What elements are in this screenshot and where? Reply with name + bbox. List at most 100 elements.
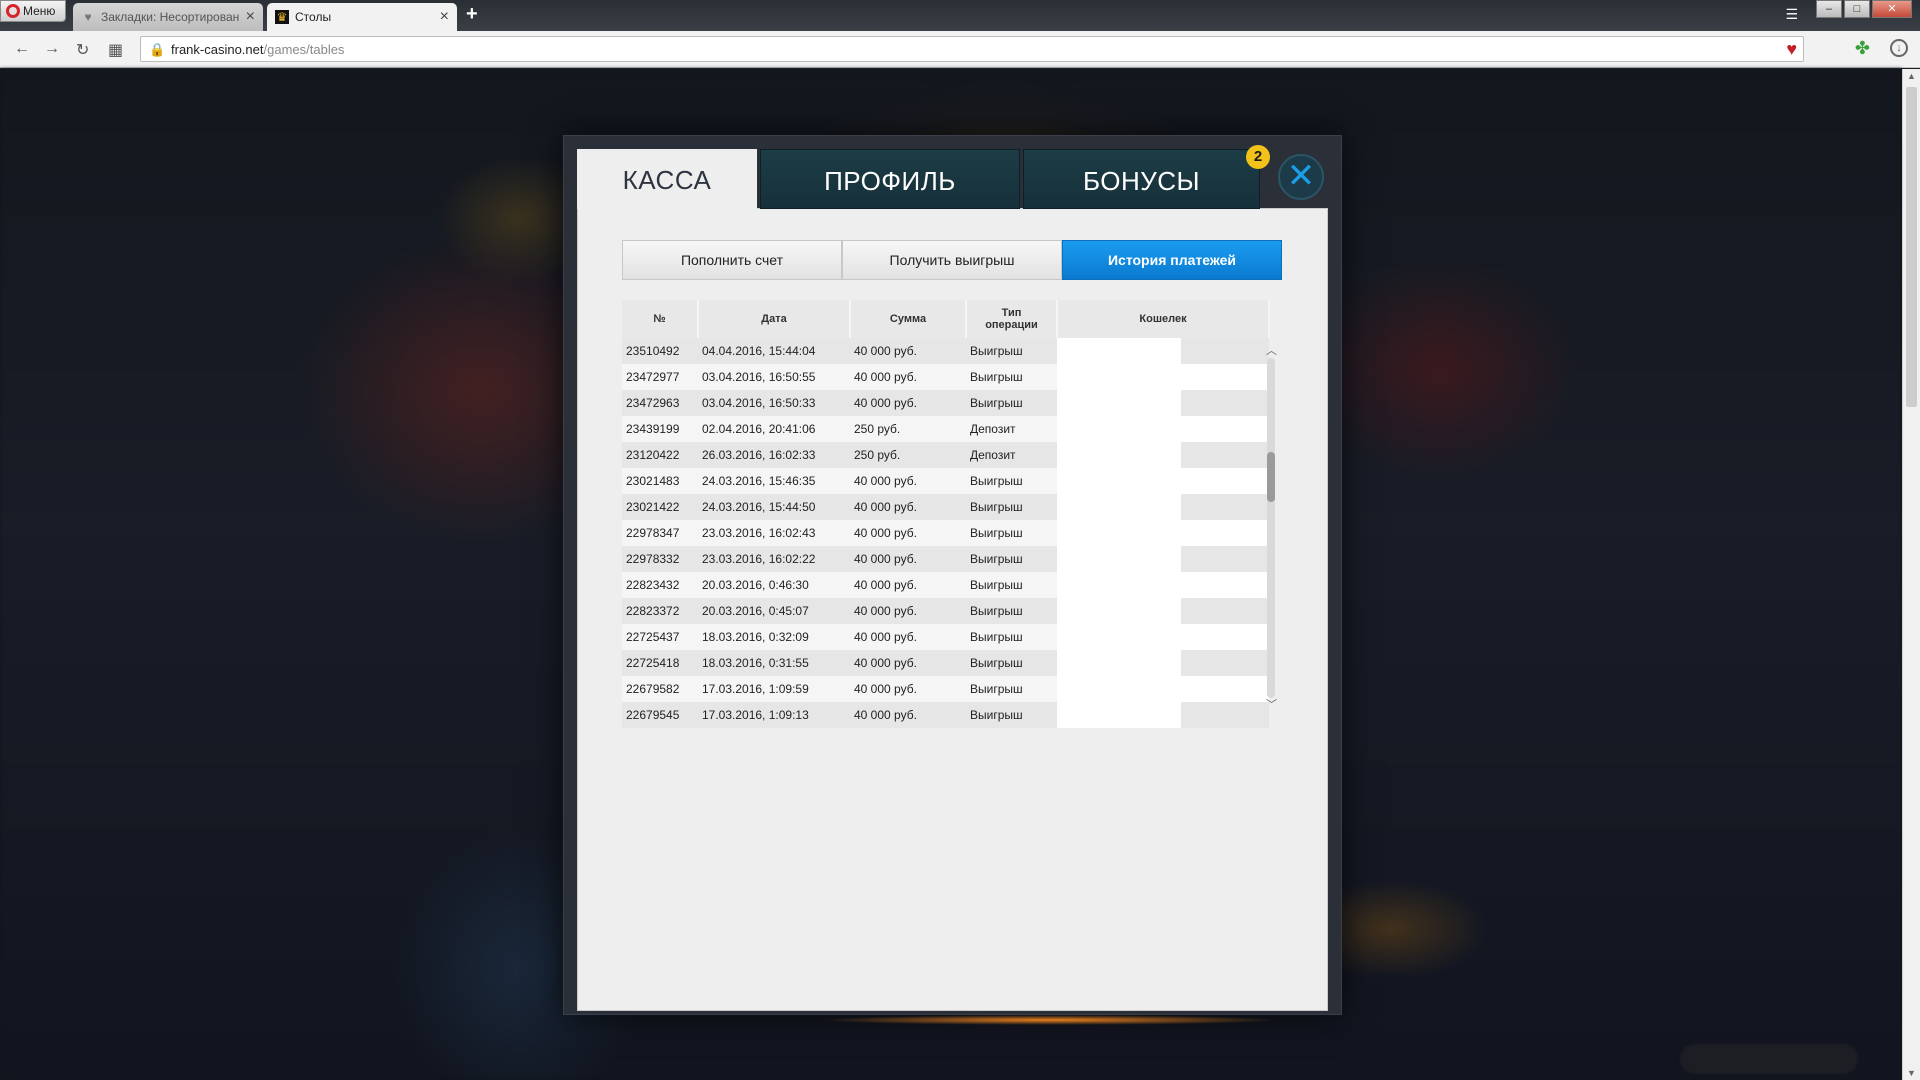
table-row: 23021422 24.03.2016, 15:44:50 40 000 руб. В… [622, 494, 1269, 520]
cell-wallet [1057, 572, 1181, 598]
column-header-type: Тип операции [966, 300, 1058, 338]
cell-wallet [1057, 676, 1181, 702]
column-header-num: № [622, 300, 699, 338]
cell-wallet-extra [1181, 364, 1269, 390]
page-scrollbar-thumb[interactable] [1906, 87, 1917, 407]
table-header-row: № Дата Сумма Тип операции Кошелек [622, 300, 1270, 338]
browser-menu-label: Меню [23, 4, 56, 18]
tab-cashier[interactable]: КАССА [577, 149, 757, 209]
table-scroll-up-icon[interactable]: ︿ [1266, 342, 1277, 358]
cell-num: 22978347 [622, 520, 698, 546]
table-row: 22725437 18.03.2016, 0:32:09 40 000 руб. Вы… [622, 624, 1269, 650]
cell-sum: 40 000 руб. [850, 650, 966, 676]
cell-wallet-extra [1181, 390, 1269, 416]
table-scroll-down-icon[interactable]: ﹀ [1266, 696, 1277, 712]
cell-date: 23.03.2016, 16:02:43 [698, 520, 850, 546]
table-scrollbar-thumb[interactable] [1267, 452, 1275, 502]
table-row: 22679582 17.03.2016, 1:09:59 40 000 руб. Вы… [622, 676, 1269, 702]
bonus-count-badge: 2 [1246, 145, 1270, 169]
close-tab-icon[interactable]: × [246, 8, 255, 26]
cell-date: 20.03.2016, 0:45:07 [698, 598, 850, 624]
withdraw-button[interactable]: Получить выигрыш [842, 240, 1062, 280]
minimize-icon[interactable]: – [1816, 0, 1842, 18]
cell-type: Выигрыш [966, 364, 1057, 390]
cell-wallet-extra [1181, 468, 1269, 494]
cell-date: 02.04.2016, 20:41:06 [698, 416, 850, 442]
cell-wallet [1057, 442, 1181, 468]
column-header-sum: Сумма [850, 300, 967, 338]
column-header-date: Дата [698, 300, 851, 338]
table-row: 22978347 23.03.2016, 16:02:43 40 000 руб. В… [622, 520, 1269, 546]
cell-wallet-extra [1181, 520, 1269, 546]
cell-date: 18.03.2016, 0:32:09 [698, 624, 850, 650]
window-close-icon[interactable]: ✕ [1872, 0, 1912, 18]
browser-tab-tables[interactable]: ♛ Столы × [267, 3, 457, 31]
cell-num: 23472977 [622, 364, 698, 390]
cell-date: 17.03.2016, 1:09:13 [698, 702, 850, 728]
cell-num: 23021483 [622, 468, 698, 494]
tab-menu-icon[interactable]: ☰ [1785, 6, 1798, 23]
table-row: 22679545 17.03.2016, 1:09:13 40 000 руб. Вы… [622, 702, 1269, 728]
extension-clover-icon[interactable]: ✤ [1855, 38, 1870, 59]
maximize-icon[interactable]: □ [1844, 0, 1870, 18]
lock-icon: 🔒 [149, 42, 166, 57]
tab-bonuses[interactable]: БОНУСЫ [1023, 149, 1260, 209]
cell-type: Выигрыш [966, 390, 1057, 416]
scroll-up-icon[interactable]: ▲ [1907, 71, 1916, 81]
cell-wallet-extra [1181, 338, 1269, 364]
cell-sum: 40 000 руб. [850, 390, 966, 416]
favorite-heart-icon[interactable]: ♥ [1786, 39, 1797, 60]
cell-date: 23.03.2016, 16:02:22 [698, 546, 850, 572]
back-arrow-icon[interactable]: ← [14, 40, 30, 58]
cell-num: 22679582 [622, 676, 698, 702]
cell-date: 20.03.2016, 0:46:30 [698, 572, 850, 598]
cell-num: 22823432 [622, 572, 698, 598]
cell-type: Выигрыш [966, 546, 1057, 572]
cell-date: 24.03.2016, 15:44:50 [698, 494, 850, 520]
tab-profile[interactable]: ПРОФИЛЬ [760, 149, 1020, 209]
cell-sum: 40 000 руб. [850, 338, 966, 364]
page-scrollbar[interactable]: ▲ ▼ [1902, 69, 1920, 1080]
browser-menu-button[interactable]: Меню [0, 0, 66, 22]
table-scrollbar-track[interactable] [1267, 358, 1275, 698]
cell-type: Выигрыш [966, 702, 1057, 728]
url-input[interactable]: 🔒 frank-casino.net/games/tables ♥ [140, 36, 1804, 62]
reload-icon[interactable]: ↻ [76, 40, 89, 60]
cell-sum: 250 руб. [850, 442, 966, 468]
cell-type: Выигрыш [966, 338, 1057, 364]
speed-dial-icon[interactable]: ▦ [108, 40, 123, 60]
opera-logo-icon [6, 4, 20, 18]
cell-wallet-extra [1181, 702, 1269, 728]
modal-close-button[interactable]: ✕ [1278, 154, 1324, 200]
deposit-button[interactable]: Пополнить счет [622, 240, 842, 280]
cell-num: 23472963 [622, 390, 698, 416]
cell-wallet [1057, 364, 1181, 390]
close-tab-icon[interactable]: × [440, 8, 449, 26]
browser-tab-title: Закладки: Несортирован [101, 10, 240, 24]
cell-wallet [1057, 468, 1181, 494]
cell-wallet [1057, 702, 1181, 728]
help-chat-pill [1680, 1044, 1858, 1074]
browser-address-bar: ← → ↻ ▦ 🔒 frank-casino.net/games/tables … [0, 31, 1920, 68]
cell-wallet-extra [1181, 546, 1269, 572]
cell-wallet [1057, 416, 1181, 442]
cell-wallet [1057, 546, 1181, 572]
forward-arrow-icon[interactable]: → [44, 40, 60, 58]
cell-sum: 250 руб. [850, 416, 966, 442]
cell-wallet [1057, 650, 1181, 676]
browser-tab-title: Столы [295, 10, 332, 24]
new-tab-button[interactable]: + [466, 3, 478, 26]
cell-date: 03.04.2016, 16:50:33 [698, 390, 850, 416]
scroll-down-icon[interactable]: ▼ [1907, 1068, 1916, 1078]
cell-num: 23510492 [622, 338, 698, 364]
column-header-wallet: Кошелек [1057, 300, 1270, 338]
browser-tab-bookmarks[interactable]: ♥ Закладки: Несортирован × [73, 3, 263, 31]
cell-type: Выигрыш [966, 494, 1057, 520]
cell-sum: 40 000 руб. [850, 468, 966, 494]
table-scrollbar[interactable]: ︿ ﹀ [1263, 342, 1277, 712]
download-icon[interactable]: ↓ [1890, 39, 1908, 57]
heart-icon: ♥ [84, 10, 92, 24]
payment-history-button[interactable]: История платежей [1062, 240, 1282, 280]
cell-type: Выигрыш [966, 598, 1057, 624]
cell-sum: 40 000 руб. [850, 364, 966, 390]
